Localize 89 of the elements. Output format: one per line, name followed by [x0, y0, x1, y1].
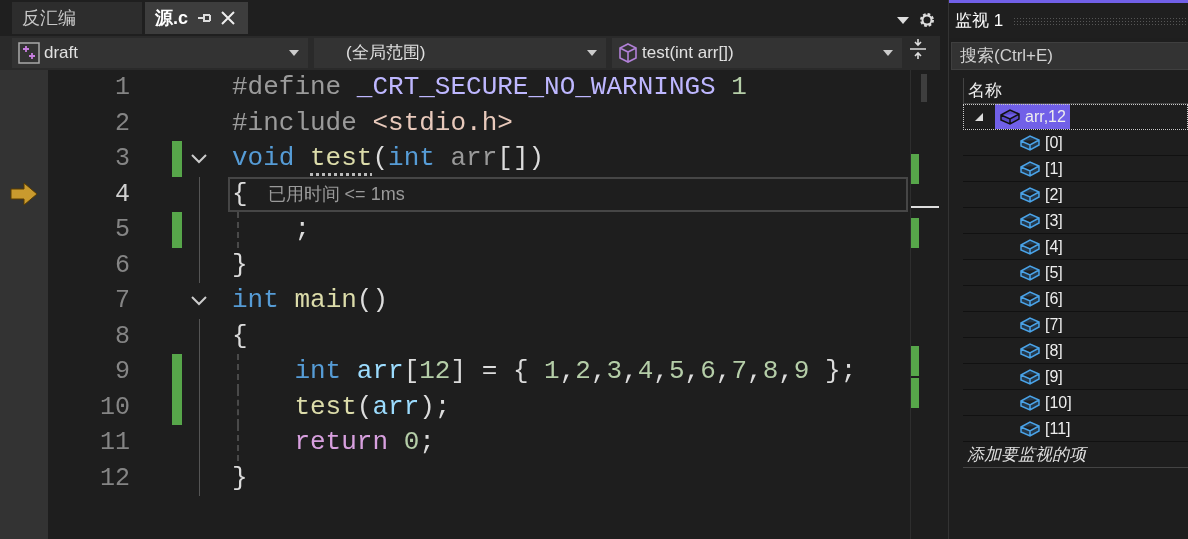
dropdown[interactable]: test(int arr[])	[612, 38, 902, 68]
tree-row[interactable]: [2]	[963, 182, 1188, 208]
variable-name: [11]	[1045, 418, 1071, 439]
scrollbar[interactable]	[910, 70, 940, 539]
dropdown-icon[interactable]	[896, 15, 910, 25]
line-number: 8	[114, 320, 130, 353]
variable-icon	[1019, 159, 1041, 178]
cube-icon	[618, 42, 638, 64]
line-number: 3	[114, 143, 130, 175]
line-number: 5	[114, 214, 130, 246]
variable-icon	[1019, 393, 1041, 412]
add-watch-prompt[interactable]: 添加要监视的项	[963, 442, 1188, 468]
code-line: {	[232, 177, 248, 211]
code-line: void test(int arr[])	[232, 142, 545, 176]
tree-row[interactable]: [8]	[963, 338, 1188, 364]
collapse-icon[interactable]	[190, 294, 208, 307]
split-icon[interactable]	[908, 38, 928, 60]
line-number: 10	[99, 391, 130, 424]
search-field[interactable]: 搜索(Ctrl+E)	[951, 42, 1188, 70]
code-line: #define _CRT_SECURE_NO_WARNINGS 1	[232, 71, 747, 105]
variable-icon	[1019, 185, 1041, 204]
line-number: 2	[114, 107, 130, 140]
line-number: 11	[99, 427, 130, 459]
variable-name: arr,12	[1025, 106, 1066, 127]
settings-icon[interactable]	[918, 11, 936, 29]
tree-row[interactable]: [3]	[963, 208, 1188, 234]
dropdown[interactable]: draft	[12, 38, 308, 68]
tree-row[interactable]: [7]	[963, 312, 1188, 338]
variable-name: [2]	[1045, 184, 1063, 205]
variable-name: [3]	[1045, 210, 1063, 231]
variable-icon	[1019, 367, 1041, 386]
variable-name: [6]	[1045, 288, 1063, 309]
tree-row[interactable]: [0]	[963, 130, 1188, 156]
column-header[interactable]: 名称	[968, 77, 1002, 104]
code-line: return 0;	[293, 426, 435, 460]
tree-row[interactable]: [11]	[963, 416, 1188, 442]
variable-icon	[1019, 133, 1041, 152]
caret-icon	[882, 49, 894, 57]
tree-row[interactable]: arr,12	[963, 104, 1188, 130]
editor-tab[interactable]: 源.c	[145, 2, 248, 34]
tree-row[interactable]: [6]	[963, 286, 1188, 312]
scroll-thumb[interactable]	[921, 74, 927, 102]
tree-row[interactable]: [4]	[963, 234, 1188, 260]
caret-icon	[586, 49, 598, 57]
variable-name: [7]	[1045, 314, 1063, 335]
variable-name: [0]	[1045, 132, 1063, 153]
project-icon	[18, 42, 40, 64]
variable-name: [1]	[1045, 158, 1063, 179]
change-marker	[911, 153, 919, 184]
variable-icon	[1019, 419, 1041, 438]
code-line: #include <stdio.h>	[232, 106, 513, 140]
code-line: }	[232, 461, 248, 495]
line-number: 9	[114, 356, 130, 388]
variable-icon	[1019, 341, 1041, 360]
code-line: ;	[293, 213, 310, 247]
variable-icon	[1019, 289, 1041, 308]
line-number: 1	[114, 72, 130, 104]
variable-name: [4]	[1045, 236, 1063, 257]
line-number: 12	[99, 462, 130, 495]
variable-icon	[1019, 211, 1041, 230]
tree-row[interactable]: [1]	[963, 156, 1188, 182]
line-number: 7	[114, 285, 130, 317]
code-line: test(arr);	[293, 390, 451, 424]
close-icon[interactable]	[220, 10, 236, 26]
variable-name: [10]	[1045, 392, 1072, 413]
code-line: {	[232, 319, 248, 353]
elapsed-time-hint: 已用时间 <= 1ms	[267, 182, 405, 206]
code-line: int main()	[232, 284, 389, 318]
line-number: 6	[114, 249, 130, 282]
tree-row[interactable]: [5]	[963, 260, 1188, 286]
tree-row[interactable]: [10]	[963, 390, 1188, 416]
panel-title: 监视 1	[955, 9, 1004, 32]
editor-tab[interactable]: 反汇编	[12, 2, 142, 34]
variable-name: [9]	[1045, 366, 1063, 387]
code-line: }	[232, 248, 248, 282]
caret-marker	[911, 205, 939, 208]
change-marker	[911, 217, 919, 248]
variable-icon	[1019, 263, 1041, 282]
tree-row[interactable]: [9]	[963, 364, 1188, 390]
caret-icon	[288, 49, 300, 57]
collapse-icon[interactable]	[190, 152, 208, 165]
dropdown[interactable]: (全局范围)	[314, 38, 606, 68]
variable-icon	[999, 107, 1021, 126]
variable-name: [8]	[1045, 340, 1063, 361]
variable-name: [5]	[1045, 262, 1063, 283]
code-line: int arr[12] = { 1,2,3,4,5,6,7,8,9 };	[293, 355, 857, 389]
line-number: 4	[114, 178, 130, 211]
variable-icon	[1019, 315, 1041, 334]
variable-icon	[1019, 237, 1041, 256]
